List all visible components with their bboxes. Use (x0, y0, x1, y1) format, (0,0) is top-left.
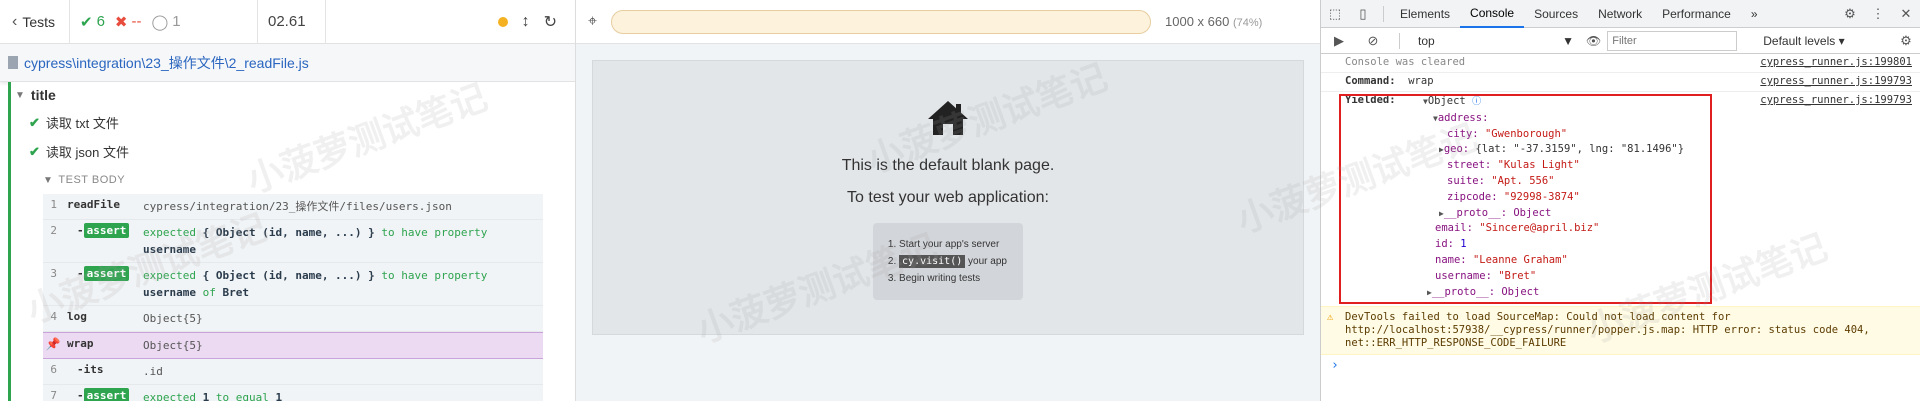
source-link[interactable]: cypress_runner.js:199793 (1760, 94, 1912, 304)
url-bar (611, 9, 1152, 34)
log-levels-select[interactable]: Default levels ▾ (1763, 34, 1844, 48)
reporter-header: ‹ Tests ✔ 6 ✖ -- ◯ 1 02.61 ↕ ↻ (0, 0, 575, 44)
caret-down-icon: ▼ (15, 89, 25, 101)
stats: ✔ 6 ✖ -- ◯ 1 (70, 0, 258, 44)
console-line: Console was cleared cypress_runner.js:19… (1321, 54, 1920, 73)
assert-badge: assert (83, 223, 130, 238)
sourcemap-link[interactable]: http://localhost:57938/__cypress/runner/… (1345, 324, 1680, 336)
source-link[interactable]: cypress_runner.js:199793 (1760, 75, 1912, 89)
close-icon[interactable]: ✕ (1892, 6, 1920, 22)
kebab-menu-icon[interactable]: ⋮ (1864, 6, 1892, 22)
console-line: Command: wrap cypress_runner.js:199793 (1321, 73, 1920, 92)
console-output: Console was cleared cypress_runner.js:19… (1321, 54, 1920, 376)
chevron-left-icon: ‹ (12, 12, 18, 30)
eye-icon[interactable]: 👁 (1586, 34, 1601, 48)
clear-console-icon[interactable]: ⊘ (1359, 33, 1387, 49)
aut-panel: ⌖ 1000 x 660 (74%) This is the default b… (576, 0, 1320, 401)
check-icon: ✔ (29, 114, 40, 130)
blank-page-subtitle: To test your web application: (847, 189, 1049, 206)
spec-path-text: cypress\integration\23_操作文件\2_readFile.j… (24, 54, 309, 71)
auto-scroll-indicator[interactable] (497, 16, 508, 27)
warning-icon: ⚠ (1327, 311, 1334, 323)
resize-arrows-icon[interactable]: ↕ (522, 13, 530, 31)
step-item: Begin writing tests (899, 273, 1007, 284)
console-line-yielded: Yielded: ▼Object ⓘ ▼address: city: "Gwen… (1321, 92, 1920, 306)
command-row[interactable]: 7 - assert expected 1 to equal 1 (43, 385, 543, 401)
home-icon (926, 99, 970, 147)
console-settings-icon[interactable]: ⚙ (1892, 33, 1920, 49)
devtools-tabbar: ⬚ ▯ Elements Console Sources Network Per… (1321, 0, 1920, 28)
filter-input[interactable] (1607, 30, 1738, 51)
test-row[interactable]: ✔ 读取 txt 文件 (8, 108, 575, 137)
tab-elements[interactable]: Elements (1390, 0, 1460, 28)
reporter-panel: ‹ Tests ✔ 6 ✖ -- ◯ 1 02.61 ↕ ↻ cypress\inte… (0, 0, 576, 401)
inspect-element-icon[interactable]: ⬚ (1321, 6, 1349, 22)
check-icon: ✔ (29, 143, 40, 159)
command-row[interactable]: 6 -its .id (43, 359, 543, 385)
command-row[interactable]: 4 log Object{5} (43, 306, 543, 332)
test-body: ▼ TEST BODY 1 readFile cypress/integrati… (8, 166, 575, 401)
console-warning: ⚠ DevTools failed to load SourceMap: Cou… (1321, 306, 1920, 355)
source-link[interactable]: cypress_runner.js:199801 (1760, 56, 1912, 70)
gear-icon[interactable]: ⚙ (1836, 6, 1864, 22)
viewport-info[interactable]: 1000 x 660 (74%) (1165, 14, 1262, 29)
tab-console[interactable]: Console (1460, 0, 1525, 28)
aut-iframe: This is the default blank page. To test … (592, 60, 1304, 335)
devtools-panel: ⬚ ▯ Elements Console Sources Network Per… (1320, 0, 1920, 401)
spec-path[interactable]: cypress\integration\23_操作文件\2_readFile.j… (0, 44, 575, 82)
failed-stat: ✖ -- (114, 13, 142, 31)
command-row[interactable]: 2 - assert expected { Object (id, name, .… (43, 220, 543, 263)
pending-stat: ◯ 1 (151, 13, 181, 31)
command-row[interactable]: 3 - assert expected { Object (id, name, .… (43, 263, 543, 306)
more-tabs-icon[interactable]: » (1741, 0, 1768, 28)
tests-label: Tests (22, 13, 56, 30)
context-select[interactable]: top ▼ (1412, 34, 1580, 48)
tab-network[interactable]: Network (1588, 0, 1652, 28)
assert-badge: assert (83, 266, 130, 281)
aut-header: ⌖ 1000 x 660 (74%) (576, 0, 1320, 44)
rerun-icon[interactable]: ↻ (544, 12, 557, 32)
circle-icon: ◯ (151, 13, 169, 31)
blank-page-title: This is the default blank page. (841, 157, 1055, 174)
assert-badge: assert (83, 388, 130, 401)
highlight-box (1339, 94, 1712, 304)
runnables: ▼ title ✔ 读取 txt 文件 ✔ 读取 json 文件 ▼ TEST … (0, 82, 575, 401)
selector-playground-icon[interactable]: ⌖ (588, 13, 597, 31)
caret-down-icon: ▼ (43, 174, 54, 186)
tests-button[interactable]: ‹ Tests (0, 0, 70, 44)
console-toolbar: ▶ ⊘ top▼ 👁 Default levels ▾ ⚙ (1321, 28, 1920, 54)
command-list: 1 readFile cypress/integration/23_操作文件/f… (43, 194, 543, 401)
test-body-toggle[interactable]: ▼ TEST BODY (43, 166, 575, 194)
suite-title[interactable]: ▼ title (8, 82, 575, 108)
device-toolbar-icon[interactable]: ▯ (1349, 6, 1377, 22)
pin-icon: 📌 (45, 337, 61, 351)
console-prompt[interactable]: › (1321, 355, 1920, 376)
tab-sources[interactable]: Sources (1524, 0, 1588, 28)
step-item: cy.visit() your app (899, 255, 1007, 268)
tab-performance[interactable]: Performance (1652, 0, 1741, 28)
duration: 02.61 (258, 0, 326, 44)
step-item: Start your app's server (899, 239, 1007, 250)
test-row[interactable]: ✔ 读取 json 文件 (8, 137, 575, 166)
reporter-controls: ↕ ↻ (488, 0, 575, 44)
command-row[interactable]: 1 readFile cypress/integration/23_操作文件/f… (43, 194, 543, 220)
passed-stat: ✔ 6 (80, 13, 105, 31)
check-icon: ✔ (80, 13, 93, 31)
x-icon: ✖ (114, 13, 128, 31)
file-icon (8, 56, 18, 69)
blank-page-steps: Start your app's server cy.visit() your … (873, 223, 1023, 300)
command-row-pinned[interactable]: 📌 wrap Object{5} (43, 332, 543, 359)
sidebar-toggle-icon[interactable]: ▶ (1325, 33, 1353, 49)
dropdown-arrow-icon: ▼ (1562, 33, 1574, 48)
